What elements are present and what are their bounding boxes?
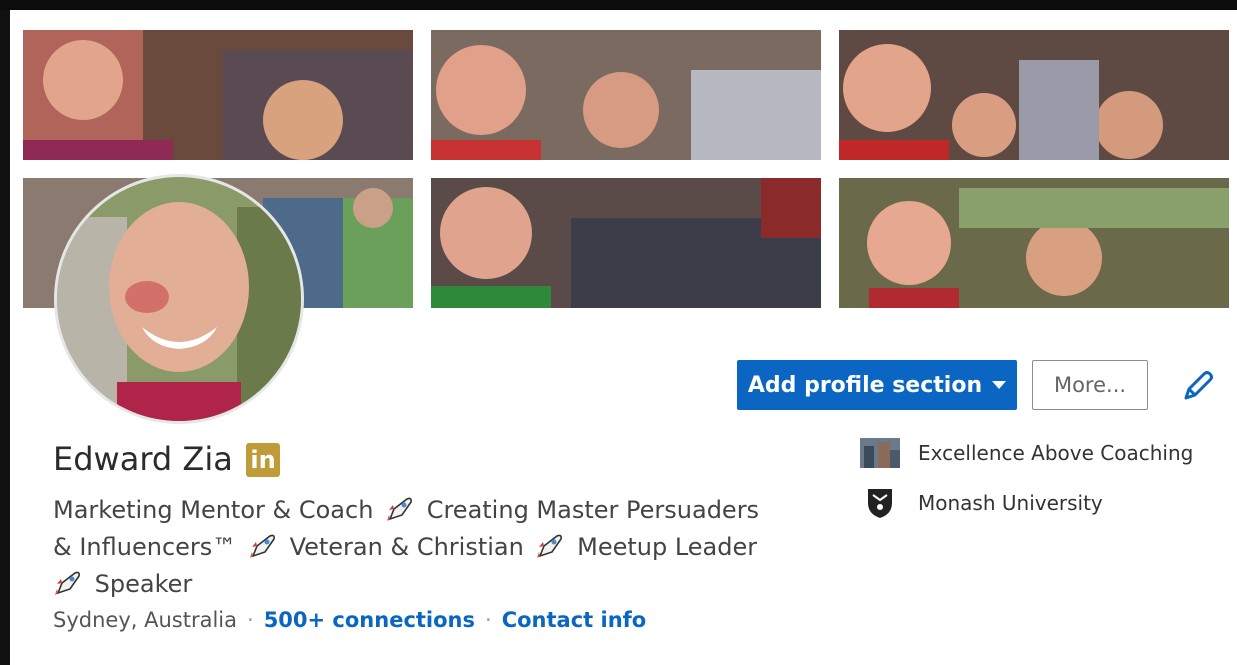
caret-down-icon bbox=[992, 381, 1007, 389]
headline-text: & Influencers™ bbox=[53, 533, 237, 561]
profile-headline: Marketing Mentor & Coach Creating Master… bbox=[53, 492, 813, 603]
rocket-icon bbox=[537, 534, 563, 558]
rocket-icon bbox=[387, 497, 413, 521]
separator-dot: · bbox=[485, 608, 492, 632]
org-current-company[interactable]: Excellence Above Coaching bbox=[860, 437, 1193, 469]
contact-info-link[interactable]: Contact info bbox=[502, 608, 647, 632]
premium-badge-icon: in bbox=[246, 443, 280, 477]
background-photo-3 bbox=[839, 30, 1229, 160]
profile-meta: Sydney, Australia · 500+ connections · Conta… bbox=[53, 608, 646, 632]
org-name: Excellence Above Coaching bbox=[918, 441, 1194, 465]
headline-line-2: & Influencers™ Veteran & Christian Meetu… bbox=[53, 529, 813, 566]
pencil-icon[interactable] bbox=[1180, 368, 1216, 404]
org-education[interactable]: Monash University bbox=[860, 487, 1103, 519]
window-top-edge bbox=[0, 0, 1237, 10]
org-name: Monash University bbox=[918, 491, 1103, 515]
headline-text: Speaker bbox=[94, 570, 193, 598]
background-photo-6 bbox=[839, 178, 1229, 308]
add-profile-section-button[interactable]: Add profile section bbox=[737, 360, 1017, 410]
headline-text: Veteran & Christian bbox=[289, 533, 524, 561]
separator-dot: · bbox=[247, 608, 254, 632]
headline-text: Creating Master Persuaders bbox=[426, 496, 760, 524]
profile-photo[interactable] bbox=[57, 177, 301, 421]
profile-card: Add profile section More... Edward Zia i… bbox=[10, 10, 1237, 665]
location: Sydney, Australia bbox=[53, 608, 237, 632]
background-photo-5 bbox=[431, 178, 821, 308]
profile-name: Edward Zia bbox=[53, 440, 233, 478]
company-logo-icon bbox=[860, 437, 900, 469]
university-crest-icon bbox=[860, 487, 900, 519]
headline-line-3: Speaker bbox=[53, 566, 813, 603]
connections-link[interactable]: 500+ connections bbox=[264, 608, 475, 632]
rocket-icon bbox=[249, 534, 275, 558]
background-photo-1 bbox=[23, 30, 413, 160]
background-photo-2 bbox=[431, 30, 821, 160]
more-label: More... bbox=[1053, 373, 1127, 397]
more-button[interactable]: More... bbox=[1032, 360, 1148, 410]
headline-text: Marketing Mentor & Coach bbox=[53, 496, 374, 524]
add-profile-section-label: Add profile section bbox=[747, 372, 983, 398]
premium-badge-label: in bbox=[250, 446, 276, 474]
rocket-icon bbox=[55, 571, 80, 595]
headline-text: Meetup Leader bbox=[577, 533, 758, 561]
headline-line-1: Marketing Mentor & Coach Creating Master… bbox=[53, 492, 813, 529]
